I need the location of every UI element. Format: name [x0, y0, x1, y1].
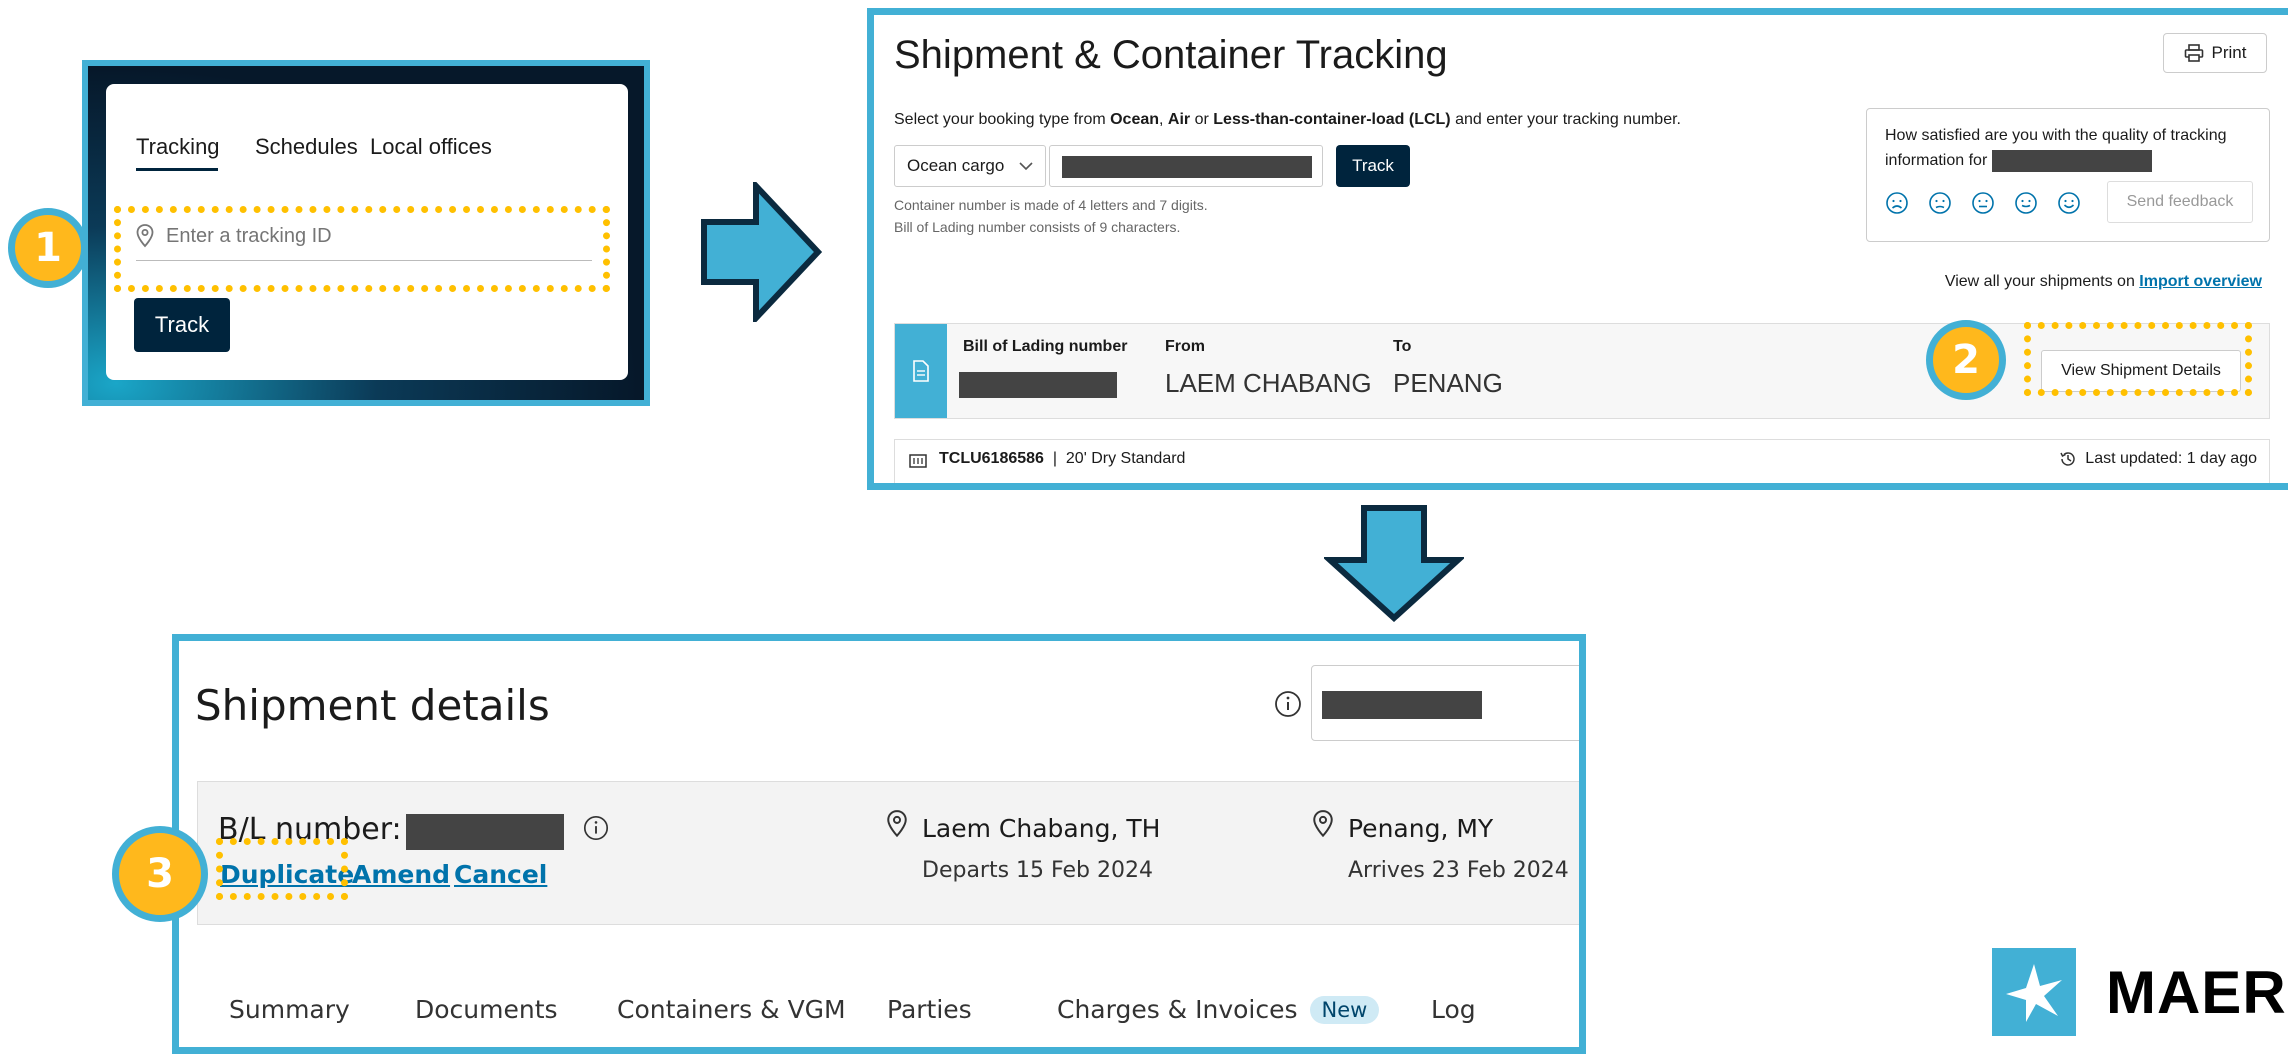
- tab-summary-underline: [197, 1049, 377, 1053]
- detail-tabs: Summary Documents Containers & VGM Parti…: [197, 973, 1586, 1053]
- rating-faces: [1885, 191, 2081, 215]
- tab-containers-vgm[interactable]: Containers & VGM: [617, 995, 846, 1024]
- document-strip: [895, 324, 947, 418]
- to-value: PENANG: [1393, 368, 1503, 398]
- arrow-down-icon: [1324, 505, 1464, 622]
- tab-documents[interactable]: Documents: [415, 995, 558, 1024]
- shipment-tracking-panel: Shipment & Container Tracking Print Sele…: [867, 8, 2288, 490]
- unhappy-face-icon[interactable]: [1928, 191, 1952, 215]
- tab-charges-label: Charges & Invoices: [1057, 995, 1298, 1024]
- bl-summary-box: B/L number: Duplicate Amend Cancel Laem …: [197, 781, 1579, 925]
- highlight-tracking-input: [114, 206, 610, 292]
- feedback-box: How satisfied are you with the quality o…: [1866, 108, 2270, 242]
- from-label: From: [1165, 338, 1205, 355]
- tab-charges-invoices[interactable]: Charges & Invoices New: [1057, 995, 1380, 1024]
- arrow-right-icon: [701, 182, 823, 322]
- tab-schedules[interactable]: Schedules: [255, 134, 358, 160]
- tabs-divider: [197, 1051, 1586, 1053]
- amend-link[interactable]: Amend: [352, 860, 450, 889]
- departure-date: Departs 15 Feb 2024: [922, 858, 1153, 883]
- container-icon: [909, 454, 927, 468]
- maersk-logo: MAER: [1992, 948, 2287, 1036]
- redacted-search-value: [1322, 691, 1482, 719]
- container-row: TCLU6186586 | 20' Dry Standard Last upda…: [894, 439, 2270, 483]
- send-feedback-button[interactable]: Send feedback: [2107, 181, 2253, 223]
- redacted-tracking-number: [1062, 156, 1312, 178]
- tab-tracking-underline: [136, 168, 218, 171]
- feedback-question: How satisfied are you with the quality o…: [1885, 123, 2245, 173]
- star-logo-icon: [1992, 948, 2076, 1036]
- hint-container-number: Container number is made of 4 letters an…: [894, 197, 1208, 213]
- view-all-shipments: View all your shipments on Import overvi…: [1944, 273, 2262, 290]
- very-happy-face-icon[interactable]: [2057, 191, 2081, 215]
- tab-log[interactable]: Log: [1431, 995, 1476, 1024]
- info-icon-2[interactable]: [582, 814, 610, 842]
- info-icon[interactable]: [1273, 689, 1303, 719]
- step-3-badge: 3: [112, 826, 208, 922]
- origin-location: Laem Chabang, TH: [922, 814, 1161, 843]
- last-updated: Last updated: 1 day ago: [2059, 450, 2257, 468]
- tab-local-offices[interactable]: Local offices: [370, 134, 492, 160]
- import-overview-link[interactable]: Import overview: [2139, 273, 2262, 290]
- logo-wordmark: MAER: [2106, 958, 2287, 1026]
- search-box[interactable]: [1311, 665, 1579, 741]
- step-1-badge: 1: [8, 208, 88, 288]
- printer-icon: [2184, 44, 2203, 62]
- tab-summary[interactable]: Summary: [229, 995, 350, 1024]
- track-button-2[interactable]: Track: [1336, 145, 1410, 187]
- booking-type-select[interactable]: Ocean cargo: [894, 145, 1046, 187]
- highlight-duplicate: [216, 838, 348, 900]
- destination-location: Penang, MY: [1348, 814, 1494, 843]
- container-info: TCLU6186586 | 20' Dry Standard: [939, 450, 1186, 467]
- hint-bl-number: Bill of Lading number consists of 9 char…: [894, 219, 1181, 235]
- track-button[interactable]: Track: [134, 298, 230, 352]
- shipment-details-panel: Shipment details B/L number: Duplicate A…: [172, 634, 1586, 1054]
- page-title: Shipment & Container Tracking: [894, 33, 1448, 77]
- arrival-date: Arrives 23 Feb 2024: [1348, 858, 1569, 883]
- step-2-badge: 2: [1926, 320, 2006, 400]
- print-button[interactable]: Print: [2163, 33, 2267, 73]
- booking-type-intro: Select your booking type from Ocean, Air…: [894, 111, 1681, 128]
- redacted-id: [1991, 149, 2152, 172]
- tab-tracking[interactable]: Tracking: [136, 134, 220, 160]
- happy-face-icon[interactable]: [2014, 191, 2038, 215]
- print-label: Print: [2211, 43, 2247, 62]
- history-icon: [2060, 452, 2076, 466]
- chevron-down-icon: [1019, 162, 1033, 171]
- tracking-number-input[interactable]: [1049, 145, 1323, 187]
- from-value: LAEM CHABANG: [1165, 368, 1372, 398]
- tab-parties[interactable]: Parties: [887, 995, 972, 1024]
- new-badge: New: [1309, 995, 1380, 1024]
- destination-pin-icon: [1313, 810, 1333, 838]
- cancel-link[interactable]: Cancel: [454, 860, 547, 889]
- shipment-details-title: Shipment details: [195, 681, 550, 730]
- document-icon: [913, 360, 929, 382]
- very-unhappy-face-icon[interactable]: [1885, 191, 1909, 215]
- bl-label: Bill of Lading number: [963, 338, 1128, 355]
- to-label: To: [1393, 338, 1412, 355]
- redacted-bl-number: [959, 372, 1117, 398]
- origin-pin-icon: [887, 810, 907, 838]
- redacted-bl-number-2: [406, 814, 564, 850]
- highlight-view-details: [2024, 322, 2252, 396]
- neutral-face-icon[interactable]: [1971, 191, 1995, 215]
